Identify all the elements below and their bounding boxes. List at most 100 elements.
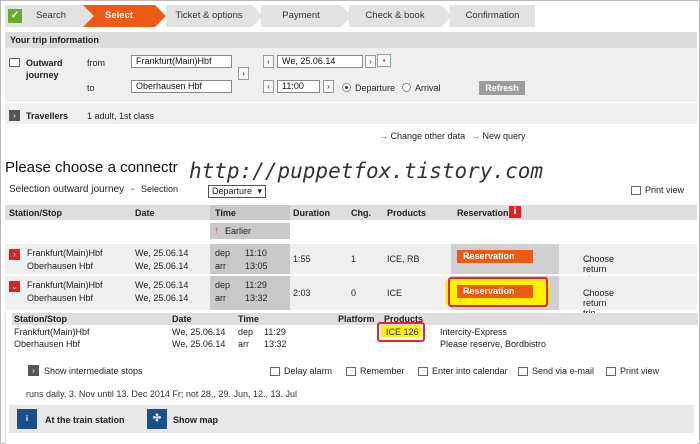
arrow-up-icon: ↑ [214, 225, 219, 235]
change-other-data-link[interactable]: → Change other data [379, 131, 465, 141]
step-search[interactable]: ✓ Search [5, 5, 94, 27]
map-icon: ✣ [147, 409, 167, 429]
dep-date: We, 25.06.14 [172, 327, 226, 337]
link-label: New query [482, 131, 526, 141]
to-station: Oberhausen Hbf [27, 261, 94, 271]
step-label: Search [35, 10, 67, 21]
arr-time: 13:32 [245, 293, 268, 303]
collapse-arrow-icon[interactable]: ⌄ [9, 281, 20, 292]
arr-label: arr [215, 261, 226, 271]
to-station: Oberhausen Hbf [14, 339, 81, 349]
trip-info-title: Your trip information [5, 32, 697, 48]
link-label: Print view [620, 366, 660, 376]
remember-link[interactable]: Remember [346, 366, 405, 377]
swap-stations-button[interactable]: › [238, 67, 249, 80]
selection-mode-label: Selection [140, 184, 179, 194]
train-notes: Please reserve, Bordbistro [440, 339, 547, 349]
calendar-icon [418, 367, 428, 377]
time-input[interactable]: 11:00 [277, 80, 320, 93]
email-link[interactable]: Send via e-mail [518, 366, 595, 377]
heading-text: Please choose a connect [5, 159, 173, 176]
link-label: Remember [360, 366, 405, 376]
outward-journey-label: Outward journey [26, 58, 63, 80]
step-confirmation: Confirmation [450, 5, 535, 27]
calendar-icon[interactable]: ▪ [377, 54, 391, 67]
detail-footer: i At the train station ✣ Show map [9, 405, 694, 433]
earlier-label: Earlier [225, 226, 252, 236]
step-check-book: Check & book [349, 5, 452, 27]
at-train-station-link[interactable]: At the train station [45, 415, 125, 425]
dep-label: dep [215, 280, 231, 290]
delay-alarm-link[interactable]: Delay alarm [270, 366, 332, 377]
duration: 1:55 [293, 254, 311, 264]
step-label: Payment [282, 10, 320, 21]
col-time: Time [215, 208, 236, 218]
results-table-header: Station/Stop Date Time Duration Chg. Pro… [5, 205, 697, 220]
selection-outward-label: Selection outward journey - Selection [9, 184, 178, 195]
from-station: Frankfurt(Main)Hbf [27, 280, 103, 290]
date-input[interactable]: We, 25.06.14 [277, 55, 363, 68]
info-icon[interactable]: i [509, 206, 521, 218]
col-reservation: Reservation [457, 208, 509, 218]
col-products: Products [387, 208, 427, 218]
col-duration: Duration [293, 208, 330, 218]
dep-time: 11:29 [264, 327, 286, 337]
new-query-link[interactable]: → New query [471, 131, 526, 141]
step-label: Check & book [365, 10, 425, 21]
calendar-link[interactable]: Enter into calendar [418, 366, 508, 377]
print-view-link-top[interactable]: Print view [631, 185, 685, 196]
service-days-text: runs daily, 3. Nov until 13. Dec 2014 Fr… [26, 389, 297, 399]
arr-date: We, 25.06.14 [172, 339, 226, 349]
expand-travellers-icon[interactable]: › [9, 110, 20, 121]
show-intermediate-stops-link[interactable]: Show intermediate stops [44, 366, 143, 376]
reservation-label: Reservation [463, 251, 515, 261]
products: ICE [387, 288, 403, 298]
detail-header: Station/Stop Date Time Platform Products [12, 313, 698, 325]
step-label: Select [105, 10, 133, 21]
earlier-button[interactable]: ↑ Earlier [210, 223, 290, 239]
link-label: Print view [645, 185, 685, 195]
expand-arrow-icon[interactable]: › [9, 249, 20, 260]
train-icon [9, 58, 20, 67]
trip-information-panel: Your trip information Outward journey fr… [5, 32, 697, 146]
arrival-radio[interactable] [402, 83, 411, 92]
email-icon [518, 367, 528, 377]
step-label: Ticket & options [175, 10, 243, 21]
connection-row[interactable]: › Frankfurt(Main)Hbf Oberhausen Hbf We, … [5, 244, 697, 284]
alarm-icon [270, 367, 280, 377]
from-station: Frankfurt(Main)Hbf [14, 327, 90, 337]
connection-row-expanded[interactable]: ⌄ Frankfurt(Main)Hbf Oberhausen Hbf We, … [5, 276, 697, 318]
col-date: Date [135, 208, 155, 218]
reservation-button[interactable]: → Reservation [457, 250, 533, 263]
col-date: Date [172, 314, 192, 324]
arr-date: We, 25.06.14 [135, 261, 189, 271]
show-map-link[interactable]: Show map [173, 415, 218, 425]
dep-time: 11:29 [245, 280, 267, 290]
to-input[interactable]: Oberhausen Hbf [131, 80, 232, 93]
selection-mode-select[interactable]: Departure ▾ [208, 185, 266, 198]
arrow-right-icon: → [379, 131, 388, 141]
arr-label: arr [238, 339, 249, 349]
time-prev-button[interactable]: ‹ [263, 80, 274, 93]
duration: 2:03 [293, 288, 311, 298]
heading-tail: r [172, 159, 178, 176]
watermark: http://puppetfox.tistory.com [189, 159, 544, 183]
expand-stops-icon[interactable]: › [28, 365, 39, 376]
arr-time: 13:05 [245, 261, 268, 271]
date-prev-button[interactable]: ‹ [263, 55, 274, 68]
changes: 0 [351, 288, 357, 298]
refresh-button[interactable]: Refresh [479, 81, 525, 95]
departure-radio[interactable] [342, 83, 351, 92]
time-next-button[interactable]: › [323, 80, 334, 93]
selection-dash: - [130, 184, 135, 195]
date-next-button[interactable]: › [365, 55, 376, 68]
link-label: Send via e-mail [532, 366, 595, 376]
from-input[interactable]: Frankfurt(Main)Hbf [131, 55, 232, 68]
from-station: Frankfurt(Main)Hbf [27, 248, 103, 258]
step-label: Confirmation [465, 10, 520, 21]
travellers-label: Travellers [26, 111, 69, 121]
print-view-link[interactable]: Print view [606, 366, 660, 377]
step-payment: Payment [261, 5, 352, 27]
col-time: Time [238, 314, 259, 324]
step-ticket-options: Ticket & options [166, 5, 263, 27]
